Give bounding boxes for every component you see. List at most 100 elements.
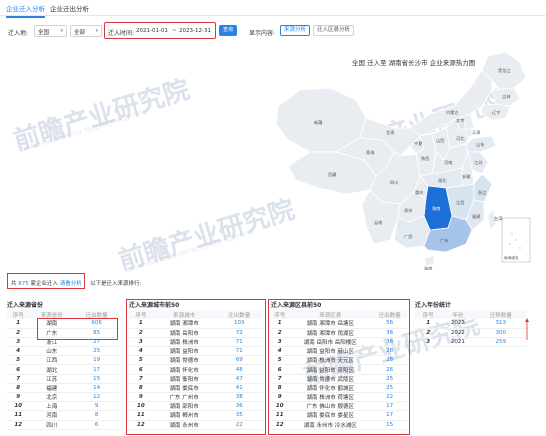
date-end-input[interactable]: 2023-12-31 <box>179 28 211 34</box>
table-row: 5 江西 19 <box>7 355 119 366</box>
map-label-tianjin: 天津 <box>472 129 480 136</box>
map-label-shanxi: 山西 <box>436 137 444 144</box>
row-index: 12 <box>7 420 30 430</box>
region-select[interactable]: 全国 ▾ <box>34 25 67 37</box>
map-region-zhejiang <box>473 173 493 203</box>
row-index: 2 <box>415 328 442 338</box>
table-row: 7 江苏 15 <box>7 374 119 384</box>
map-label-hunan: 湖南 <box>432 205 440 212</box>
row-count: 6 <box>74 420 119 430</box>
row-index: 2 <box>7 328 30 338</box>
table-row: 10 上海 9 <box>7 401 119 412</box>
summary-prefix: 共 <box>11 281 17 287</box>
table-row: 12 四川 6 <box>7 420 119 430</box>
summary-suffix: 家企业迁入 <box>30 281 59 287</box>
row-label: 2022 <box>441 328 475 338</box>
map-label-jilin: 吉林 <box>502 93 511 100</box>
map-region-beijing <box>457 121 467 131</box>
row-count: 14 <box>74 383 119 394</box>
row-count: 19 <box>74 355 119 366</box>
row-label: 江西 <box>29 355 75 366</box>
row-label: 上海 <box>29 401 75 412</box>
map-label-beijing: 北京 <box>456 117 464 124</box>
table-row: 4 山东 25 <box>7 346 119 357</box>
ranking-intro: 以下是迁入来源排行: <box>90 281 142 287</box>
map-label-liaoning: 辽宁 <box>492 109 500 116</box>
source-analysis-toggle[interactable]: 来源分析 <box>280 25 311 36</box>
arrow-up-icon <box>525 318 529 340</box>
date-start-input[interactable]: 2021-01-01 <box>136 28 168 34</box>
map-label-jiangxi: 江西 <box>456 199 464 206</box>
row-count: 313 <box>474 319 527 329</box>
row-label: 2021 <box>441 337 475 348</box>
row-label: 2023 <box>441 319 475 329</box>
row-label: 湖北 <box>29 364 75 375</box>
china-heat-map[interactable]: 黑龙江 吉林 辽宁 内蒙古 新疆 西藏 青海 甘肃 宁夏 陕西 山西 河北 北京… <box>270 48 546 270</box>
row-index: 7 <box>7 374 30 384</box>
table-row: 3 2021 259 <box>415 337 527 348</box>
south-sea-label: 南海诸岛 <box>504 255 519 260</box>
map-region-guangxi <box>393 215 431 249</box>
table-row: 2 2022 300 <box>415 328 527 338</box>
sub-region-select[interactable]: 全部 ▾ <box>70 25 102 37</box>
sub-region-select-value: 全部 <box>74 30 86 36</box>
map-label-henan: 河南 <box>444 159 452 165</box>
map-label-shaanxi: 陕西 <box>421 155 429 162</box>
row-label: 四川 <box>29 420 75 430</box>
row-index: 4 <box>7 346 30 357</box>
row-count: 9 <box>74 401 119 412</box>
time-label: 迁入时间: <box>108 30 135 37</box>
summary-analysis-link[interactable]: 请看分析 <box>60 281 82 287</box>
city-highlight <box>126 299 266 435</box>
row-label: 北京 <box>29 392 75 403</box>
col-header: 序号 <box>415 310 442 319</box>
province-panel-title: 迁入来源省份 <box>7 302 44 309</box>
map-label-inner-mongolia: 内蒙古 <box>446 109 459 116</box>
tab-outbound-analysis[interactable]: 企业迁出分析 <box>50 3 89 13</box>
col-header: 迁移数量 <box>474 310 527 319</box>
summary-text: 共 875 家企业迁入 请看分析 <box>11 279 82 287</box>
table-row: 1 2023 313 <box>415 319 527 329</box>
summary-count: 875 <box>18 281 29 287</box>
map-label-shandong: 山东 <box>476 141 484 148</box>
tab-bar: 企业迁入分析 企业迁出分析 <box>0 0 546 18</box>
col-header: 序号 <box>7 310 30 319</box>
col-header: 年份 <box>441 310 475 319</box>
map-label-qinghai: 青海 <box>366 149 375 156</box>
map-label-heilongjiang: 黑龙江 <box>498 67 511 74</box>
row-count: 25 <box>74 346 119 357</box>
map-label-hainan: 海南 <box>424 265 432 270</box>
row-index: 5 <box>7 355 30 366</box>
map-label-jiangsu: 江苏 <box>474 159 482 166</box>
district-analysis-toggle[interactable]: 迁入区县分析 <box>313 25 355 36</box>
district-highlight <box>268 299 410 435</box>
map-label-hebei: 河北 <box>456 135 465 142</box>
row-index: 3 <box>415 337 442 348</box>
map-label-guangxi: 广西 <box>404 233 412 240</box>
map-label-xinjiang: 新疆 <box>314 119 322 126</box>
map-label-sichuan: 四川 <box>390 180 398 185</box>
year-panel-title: 迁入年份统计 <box>415 302 452 309</box>
region-select-value: 全国 <box>38 30 50 36</box>
row-index: 1 <box>415 319 442 329</box>
map-label-anhui: 安徽 <box>462 173 471 180</box>
map-label-chongqing: 重庆 <box>415 189 424 196</box>
map-label-gansu: 甘肃 <box>386 129 394 136</box>
row-index: 10 <box>7 401 30 412</box>
row-count: 17 <box>74 364 119 375</box>
row-label: 山东 <box>29 346 75 357</box>
row-index: 8 <box>7 383 30 394</box>
map-label-hubei: 湖北 <box>438 177 447 184</box>
row-count: 300 <box>474 328 527 338</box>
tab-inbound-analysis[interactable]: 企业迁入分析 <box>6 3 45 18</box>
table-row: 11 河南 8 <box>7 410 119 421</box>
year-table: 序号 年份 迁移数量 1 2023 313 2 2022 300 3 2021 259 <box>415 310 527 348</box>
map-region-hainan <box>423 255 435 267</box>
row-index: 1 <box>7 319 30 329</box>
row-label: 江苏 <box>29 374 75 384</box>
row-count: 15 <box>74 374 119 384</box>
map-label-yunnan: 云南 <box>374 219 382 226</box>
map-label-ningxia: 宁夏 <box>414 140 423 146</box>
query-button[interactable]: 查询 <box>219 25 237 36</box>
date-separator: ~ <box>172 28 177 34</box>
